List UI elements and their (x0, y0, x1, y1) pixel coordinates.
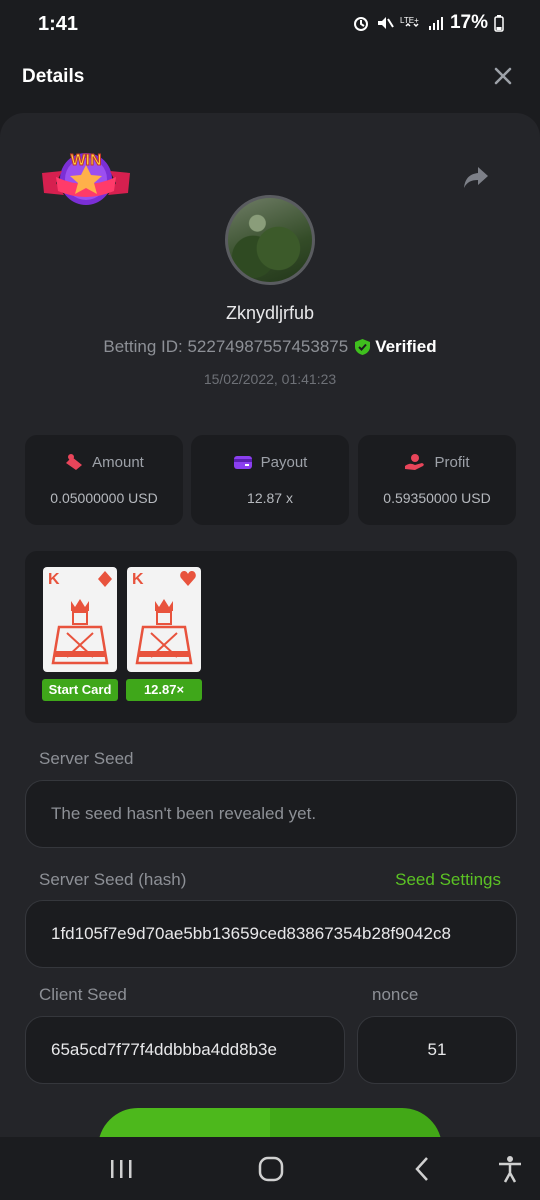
details-header: Details (0, 48, 540, 110)
lte-icon: LTE+ (400, 16, 419, 28)
win-text: WIN (70, 152, 101, 169)
accessibility-icon (499, 1156, 521, 1183)
signal-icon (428, 17, 443, 30)
playing-card-result: K (127, 567, 201, 672)
card-rank: K (48, 571, 60, 588)
playing-card-start: K (43, 567, 117, 672)
card-rank: K (132, 571, 144, 588)
cards-box: K = K Start Card 12.87× (25, 551, 517, 723)
alarm-icon (353, 17, 368, 31)
status-icons: LTE+ 17% (352, 12, 504, 34)
client-seed-label: Client Seed (39, 985, 127, 1004)
svg-text:LTE+: LTE+ (400, 16, 419, 25)
share-button[interactable] (462, 163, 490, 191)
nonce-label: nonce (372, 985, 419, 1004)
betting-id: Betting ID: 52274987557453875 (103, 337, 349, 356)
server-seed-hash-label: Server Seed (hash) (39, 870, 187, 889)
home-button[interactable] (255, 1153, 287, 1185)
diamond-suit-icon (98, 571, 112, 587)
server-seed-hash-field[interactable]: 1fd105f7e9d70ae5bb13659ced83867354b28f90… (25, 900, 517, 968)
start-card-tag: Start Card (42, 679, 118, 701)
profit-icon (405, 454, 425, 470)
stat-amount-label: Amount (92, 453, 144, 471)
username: Zknydljrfub (225, 303, 315, 323)
page-title: Details (22, 66, 85, 87)
king-figure-icon (51, 599, 109, 665)
back-icon (415, 1157, 428, 1181)
bet-date: 15/02/2022, 01:41:23 (203, 371, 337, 387)
server-seed-label: Server Seed (39, 749, 134, 768)
mute-icon (377, 17, 394, 29)
stat-profit-value: 0.59350000 USD (383, 490, 491, 506)
status-time: 1:41 (38, 13, 79, 35)
client-seed-field[interactable]: 65a5cd7f77f4ddbbba4dd8b3e (25, 1016, 345, 1084)
battery-icon (494, 15, 504, 32)
server-seed-field: The seed hasn't been revealed yet. (25, 780, 517, 848)
details-panel: WIN Zknydljrfub Betting ID: 522749875574… (0, 113, 540, 1143)
system-nav-bar (0, 1137, 540, 1200)
battery-percent: 17% (449, 12, 488, 33)
stat-payout-label: Payout (260, 453, 308, 471)
king-figure-icon (135, 599, 193, 665)
betting-id-row: Betting ID: 52274987557453875 Verified (0, 337, 540, 357)
verified-shield-icon (355, 339, 371, 355)
home-icon (258, 1156, 284, 1182)
verified-badge: Verified (354, 337, 437, 357)
back-button[interactable] (407, 1153, 439, 1185)
stat-payout-value: 12.87 x (247, 490, 293, 506)
stat-payout: Payout 12.87 x (191, 435, 349, 525)
payout-card-tag: 12.87× (126, 679, 202, 701)
accessibility-button[interactable] (494, 1153, 526, 1185)
status-bar: 1:41 LTE+ 17% (0, 0, 540, 48)
verified-label: Verified (375, 337, 437, 356)
close-button[interactable] (490, 64, 516, 90)
stat-amount-value: 0.05000000 USD (50, 490, 158, 506)
amount-icon (66, 454, 83, 470)
stat-profit-label: Profit (434, 453, 470, 471)
close-icon (494, 67, 512, 85)
avatar (225, 195, 315, 285)
nonce-field[interactable]: 51 (357, 1016, 517, 1084)
share-icon (464, 167, 488, 188)
win-badge: WIN (42, 143, 130, 213)
recent-apps-icon (111, 1160, 132, 1178)
stat-amount: Amount 0.05000000 USD (25, 435, 183, 525)
seed-settings-link[interactable]: Seed Settings (395, 870, 501, 890)
recent-apps-button[interactable] (105, 1153, 137, 1185)
heart-suit-icon (180, 571, 196, 586)
stat-profit: Profit 0.59350000 USD (358, 435, 516, 525)
wallet-icon (233, 456, 252, 469)
